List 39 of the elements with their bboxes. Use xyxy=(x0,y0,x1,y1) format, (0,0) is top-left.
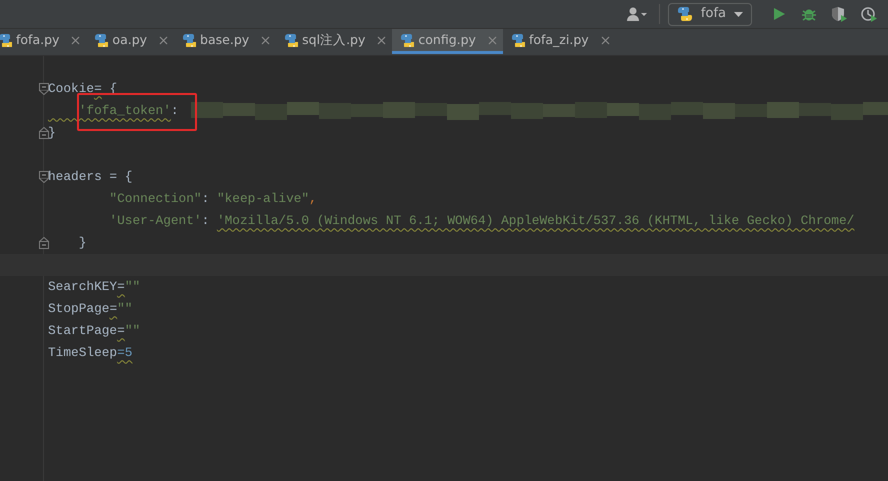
close-icon[interactable] xyxy=(261,36,270,44)
file-tab[interactable]: fofa.py xyxy=(0,29,86,54)
file-tab[interactable]: base.py xyxy=(174,29,276,54)
run-configuration-dropdown[interactable]: fofa xyxy=(668,2,752,26)
caret-icon xyxy=(734,12,743,16)
clock-icon xyxy=(861,6,877,22)
file-tab[interactable]: config.py xyxy=(392,29,503,54)
code-line: } xyxy=(78,234,86,252)
python-file-icon xyxy=(0,33,12,47)
close-icon[interactable] xyxy=(377,36,386,44)
close-icon[interactable] xyxy=(600,36,610,44)
shield-icon xyxy=(831,6,847,22)
python-icon xyxy=(676,6,693,22)
code-line: SearchKEY="" xyxy=(48,278,140,296)
code-line: 'User-Agent': 'Mozilla/5.0 (Windows NT 6.1; WOW64) AppleWebKit/537.36 (KHTML, like Gecko) Chrome/ xyxy=(108,212,854,230)
close-icon[interactable] xyxy=(488,36,497,44)
code-line: StartPage="" xyxy=(48,322,140,340)
file-tab[interactable]: sql注入.py xyxy=(276,29,392,54)
file-tab[interactable]: oa.py xyxy=(86,29,174,54)
fold-icon[interactable] xyxy=(39,171,49,183)
code-line: } xyxy=(48,124,56,142)
play-icon xyxy=(771,6,787,22)
python-file-icon xyxy=(400,33,414,47)
code-line: headers = { xyxy=(48,168,132,186)
code-line: 'fofa_token': xyxy=(78,102,179,120)
fold-icon[interactable] xyxy=(39,127,49,139)
close-icon[interactable] xyxy=(71,36,80,44)
python-file-icon xyxy=(284,33,298,47)
code-line: "Connection": "keep-alive", xyxy=(108,190,317,208)
close-icon[interactable] xyxy=(159,36,168,44)
fold-icon[interactable] xyxy=(39,83,49,95)
code-line: StopPage="" xyxy=(48,300,132,318)
fold-icon[interactable] xyxy=(39,237,49,249)
python-file-icon xyxy=(182,33,196,47)
file-tab[interactable]: fofa_zi.py xyxy=(502,29,616,54)
python-file-icon xyxy=(510,33,525,47)
code-line: TimeSleep=5 xyxy=(48,344,132,362)
user-icon xyxy=(626,6,648,22)
python-file-icon xyxy=(94,33,108,47)
